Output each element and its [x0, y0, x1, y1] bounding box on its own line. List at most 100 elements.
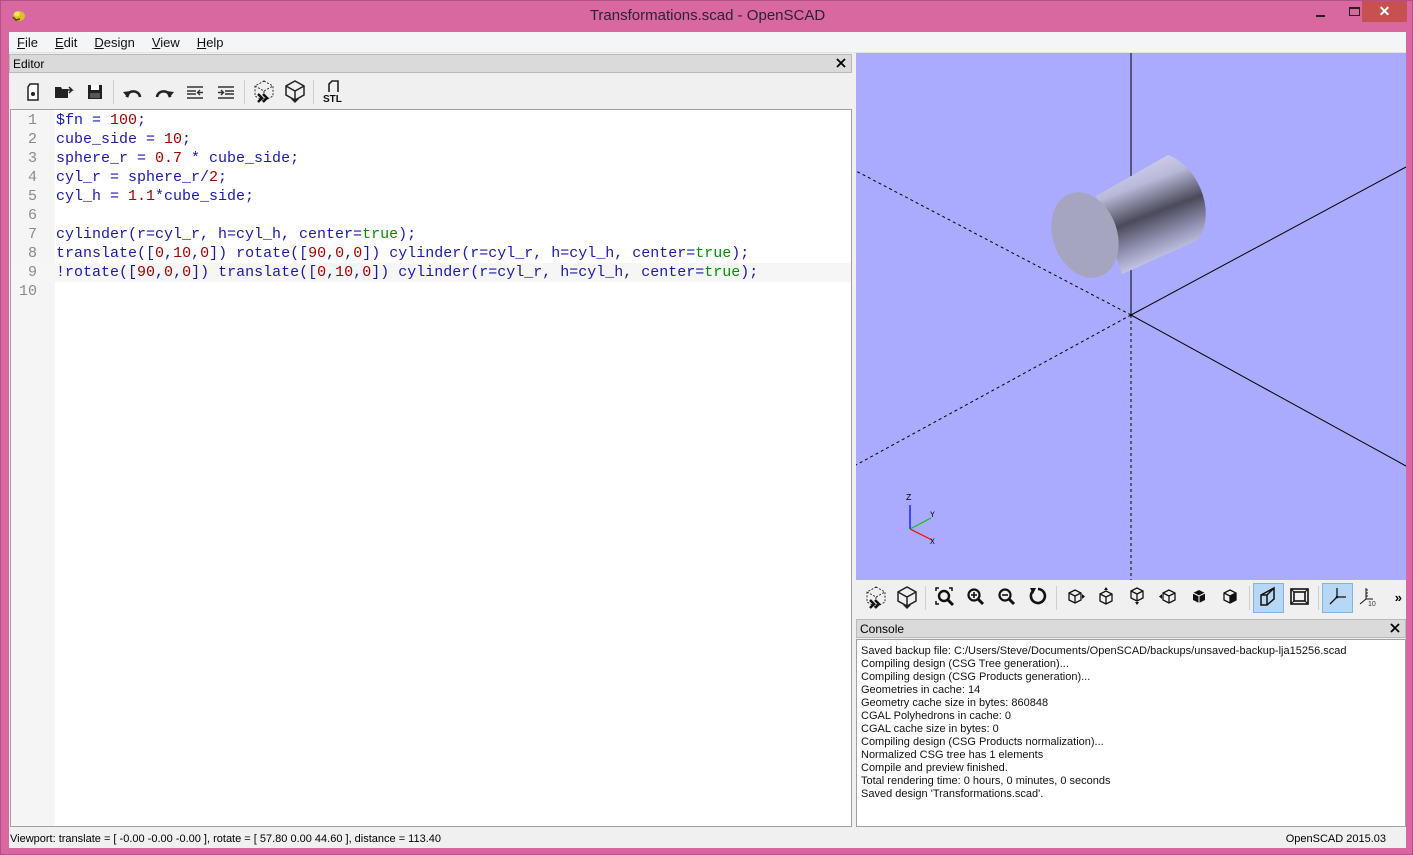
code-line[interactable]: 4 cyl_r = sphere_r/2;	[11, 168, 851, 187]
new-file-button[interactable]	[17, 78, 48, 106]
menu-help[interactable]: Help	[197, 35, 224, 50]
code-token: );	[398, 226, 417, 243]
view-right-icon	[1067, 589, 1085, 604]
code-token: 0	[335, 245, 345, 262]
close-icon: ✕	[1378, 3, 1391, 19]
main-area: Editor STL 1 $fn = 100; 2 cube_side = 10…	[9, 53, 1406, 848]
console-close-button[interactable]	[1390, 620, 1400, 637]
toolbar-separator	[1249, 586, 1250, 610]
zoom-out-button[interactable]	[991, 583, 1022, 613]
menu-design[interactable]: Design	[94, 35, 134, 50]
toolbar-separator	[925, 586, 926, 610]
code-line[interactable]: 10	[11, 282, 851, 301]
view-bottom-button[interactable]	[1122, 583, 1153, 613]
3d-viewport[interactable]: Z Y X	[856, 53, 1406, 580]
view-back-icon	[1222, 589, 1237, 604]
code-text: !rotate([90,0,0]) translate([0,10,0]) cy…	[56, 263, 758, 282]
menu-view[interactable]: View	[152, 35, 180, 50]
code-token: );	[740, 264, 759, 281]
code-text: cyl_h = 1.1*cube_side;	[56, 187, 254, 206]
toolbar-overflow-button[interactable]: »	[1395, 590, 1402, 605]
maximize-icon	[1348, 7, 1360, 16]
zoom-in-button[interactable]	[960, 583, 991, 613]
view-front-button[interactable]	[1184, 583, 1215, 613]
code-line[interactable]: 5 cyl_h = 1.1*cube_side;	[11, 187, 851, 206]
zoom-in-icon	[966, 588, 984, 606]
code-token: translate([	[56, 245, 156, 262]
close-button[interactable]: ✕	[1362, 1, 1407, 22]
toolbar-separator	[1056, 586, 1057, 610]
menu-file[interactable]: File	[17, 35, 38, 50]
close-icon	[836, 58, 846, 68]
toolbar-separator	[313, 80, 314, 104]
preview-button[interactable]	[860, 583, 891, 613]
view-top-button[interactable]	[1091, 583, 1122, 613]
view-right-button[interactable]	[1060, 583, 1091, 613]
editor-close-button[interactable]	[836, 55, 846, 72]
code-line[interactable]: 3 sphere_r = 0.7 * cube_side;	[11, 149, 851, 168]
viewport-status: Viewport: translate = [ -0.00 -0.00 -0.0…	[10, 832, 442, 845]
code-token: 0	[182, 264, 192, 281]
minimize-icon	[1316, 14, 1325, 17]
code-token: 90	[308, 245, 327, 262]
axis-label-z: Z	[906, 493, 912, 503]
show-scale-markers-button[interactable]: 10	[1353, 583, 1384, 613]
axis-label-x: X	[930, 538, 935, 545]
code-token: $fn =	[56, 112, 111, 129]
console-line: Compiling design (CSG Products generatio…	[861, 671, 1091, 683]
code-token: 100	[110, 112, 138, 129]
code-token: true	[362, 226, 399, 243]
view-back-button[interactable]	[1215, 583, 1246, 613]
perspective-icon	[1259, 586, 1275, 606]
menu-edit[interactable]: Edit	[55, 35, 77, 50]
code-token: sphere_r =	[56, 150, 156, 167]
export-stl-button[interactable]: STL	[317, 78, 348, 106]
code-line[interactable]: 9 !rotate([90,0,0]) translate([0,10,0]) c…	[11, 263, 851, 282]
view-all-button[interactable]	[929, 583, 960, 613]
view-left-button[interactable]	[1153, 583, 1184, 613]
code-token: ,	[173, 264, 183, 281]
minimize-button[interactable]	[1304, 1, 1338, 22]
save-button[interactable]	[79, 78, 110, 106]
open-file-button[interactable]	[48, 78, 79, 106]
console-line: CGAL cache size in bytes: 0	[861, 723, 999, 735]
console-line: Normalized CSG tree has 1 elements	[861, 749, 1044, 761]
status-bar: Viewport: translate = [ -0.00 -0.00 -0.0…	[9, 829, 1406, 848]
undo-button[interactable]	[117, 78, 148, 106]
code-token: ,	[344, 245, 354, 262]
console-output[interactable]: Saved backup file: C:/Users/Steve/Docume…	[856, 639, 1406, 827]
new-file-icon	[26, 83, 39, 101]
code-line[interactable]: 7 cylinder(r=cyl_r, h=cyl_h, center=true)…	[11, 225, 851, 244]
axis-label-y: Y	[930, 511, 935, 520]
code-token: 10	[173, 245, 192, 262]
redo-icon	[155, 90, 174, 98]
preview-button[interactable]	[248, 78, 279, 106]
line-number: 4	[27, 169, 37, 186]
code-token: ]) translate([	[191, 264, 318, 281]
code-token: );	[731, 245, 750, 262]
title-bar[interactable]: Transformations.scad - OpenSCAD ✕	[1, 1, 1413, 31]
preview-icon	[254, 80, 273, 103]
code-token: !rotate([	[56, 264, 138, 281]
code-editor[interactable]: 1 $fn = 100; 2 cube_side = 10; 3 sphere_r = 0…	[10, 109, 852, 827]
redo-button[interactable]	[148, 78, 179, 106]
indent-button[interactable]	[210, 78, 241, 106]
code-line[interactable]: 6	[11, 206, 851, 225]
code-line[interactable]: 2 cube_side = 10;	[11, 130, 851, 149]
code-token: cube_side =	[56, 131, 165, 148]
code-line[interactable]: 8 translate([0,10,0]) rotate([90,0,0]) cy…	[11, 244, 851, 263]
render-button[interactable]	[891, 583, 922, 613]
code-token: 0	[155, 245, 165, 262]
code-token: ;	[137, 112, 147, 129]
render-button[interactable]	[279, 78, 310, 106]
code-line[interactable]: 1 $fn = 100;	[11, 111, 851, 130]
unindent-button[interactable]	[179, 78, 210, 106]
reset-view-button[interactable]	[1022, 583, 1053, 613]
orthogonal-button[interactable]	[1284, 583, 1315, 613]
code-token: ,	[353, 264, 363, 281]
line-number: 2	[27, 131, 37, 148]
render-icon	[284, 80, 305, 103]
perspective-button[interactable]	[1253, 583, 1284, 613]
code-text: cylinder(r=cyl_r, h=cyl_h, center=true);	[56, 225, 416, 244]
show-axes-button[interactable]	[1322, 583, 1353, 613]
